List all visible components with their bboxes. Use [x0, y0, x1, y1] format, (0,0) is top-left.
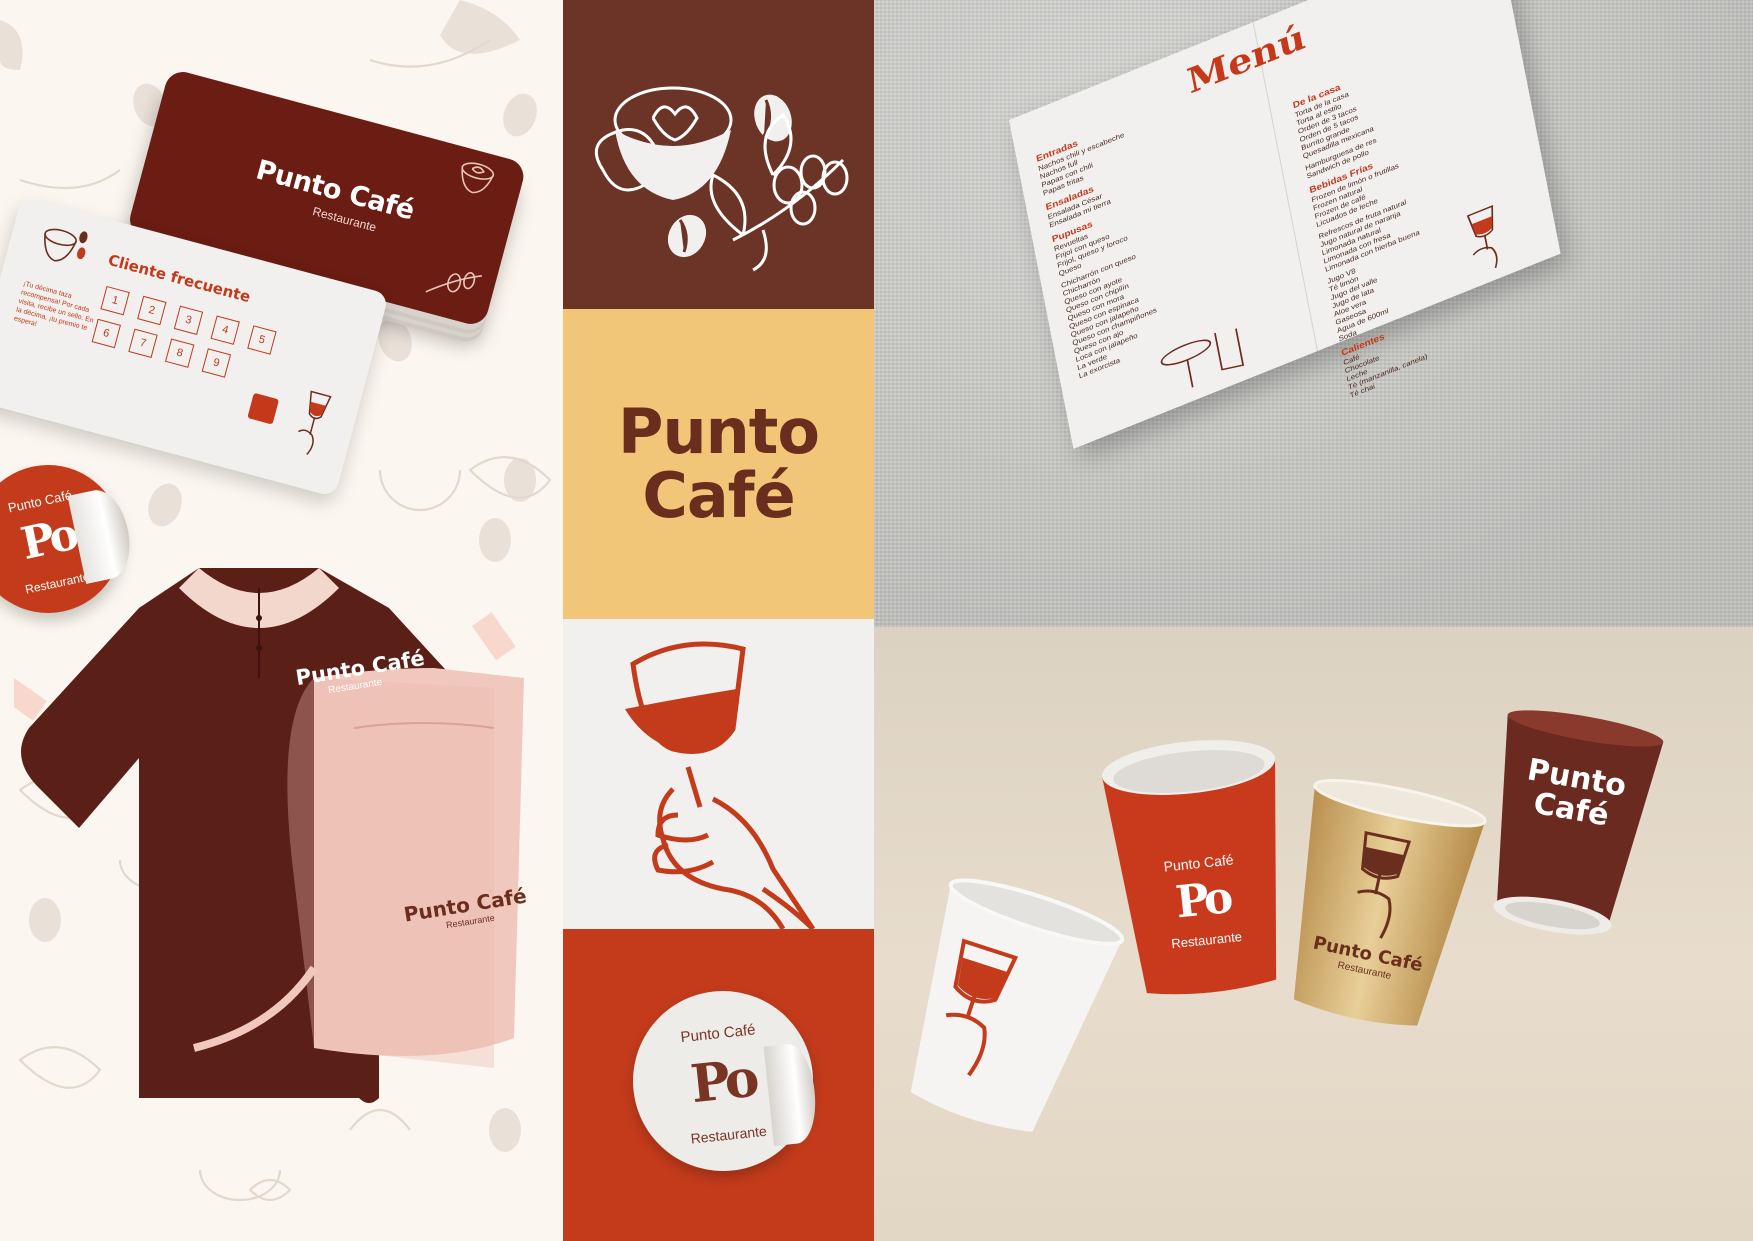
- cups-mockup-panel: Punto Café Po Restaurante Punto Café Res…: [874, 627, 1753, 1241]
- tile-illustration-brown: [563, 0, 874, 309]
- menu-column-left: Entradas Nachos chili y escabeche Nachos…: [1034, 115, 1165, 381]
- sticker-monogram: Po: [687, 1047, 759, 1115]
- stamp-box: 8: [164, 338, 195, 368]
- stamp-box: 6: [91, 318, 121, 349]
- tile-hand-glass: [563, 619, 874, 931]
- sticker-white: Punto Café Po Restaurante: [624, 982, 822, 1180]
- cup-white: [874, 862, 1138, 1162]
- stamp-box: 2: [137, 295, 167, 326]
- cup-white-body: [910, 878, 1125, 1132]
- tile-logo-mustard: Punto Café: [563, 309, 874, 619]
- stamp-box: 9: [201, 348, 232, 378]
- coffee-cup-heart-icon: [461, 162, 495, 194]
- hand-wine-glass-icon: [625, 641, 816, 931]
- hand-wine-glass-icon: [298, 390, 332, 456]
- cup-gold: Punto Café Restaurante: [1260, 760, 1498, 1044]
- coffee-cup-heart-icon: [594, 86, 849, 272]
- left-mockup-panel: Punto Café Restaurante Cliente frecuente…: [0, 0, 563, 1241]
- stamp-box: 7: [128, 328, 158, 359]
- menu-column-right: De la casa Torta de la casa Torta al est…: [1291, 58, 1445, 400]
- logo-wordmark-line2: Café: [642, 459, 795, 532]
- stamp-box: 1: [100, 285, 130, 316]
- cup-brown: Punto Café: [1465, 694, 1672, 950]
- tile-sticker-rust: Punto Café Po Restaurante: [563, 929, 874, 1241]
- stamp-box: 3: [173, 305, 204, 336]
- menu-mockup-panel: Menú Entradas Nachos chili y escabeche N…: [874, 0, 1753, 627]
- stamp-box: 5: [247, 325, 277, 355]
- coffee-cup-heart-icon: [44, 228, 88, 262]
- logo-word-punto: Punto: [618, 395, 820, 468]
- brand-tiles-column: Punto Café Punto Café Po Restaurante: [563, 0, 874, 1241]
- logo-wordmark-line1: Punto: [618, 401, 820, 463]
- hand-wine-glass-icon: [1466, 205, 1498, 268]
- coffee-branch-icon: [425, 272, 482, 293]
- stamp-box: 4: [210, 315, 240, 345]
- polo-shirt-mockup: [14, 568, 524, 1103]
- loyalty-note: ¡Tu décima taza recompensa! Por cada vis…: [13, 280, 95, 333]
- reward-stamp: [247, 392, 280, 425]
- cup-gold-body: [1293, 779, 1487, 1026]
